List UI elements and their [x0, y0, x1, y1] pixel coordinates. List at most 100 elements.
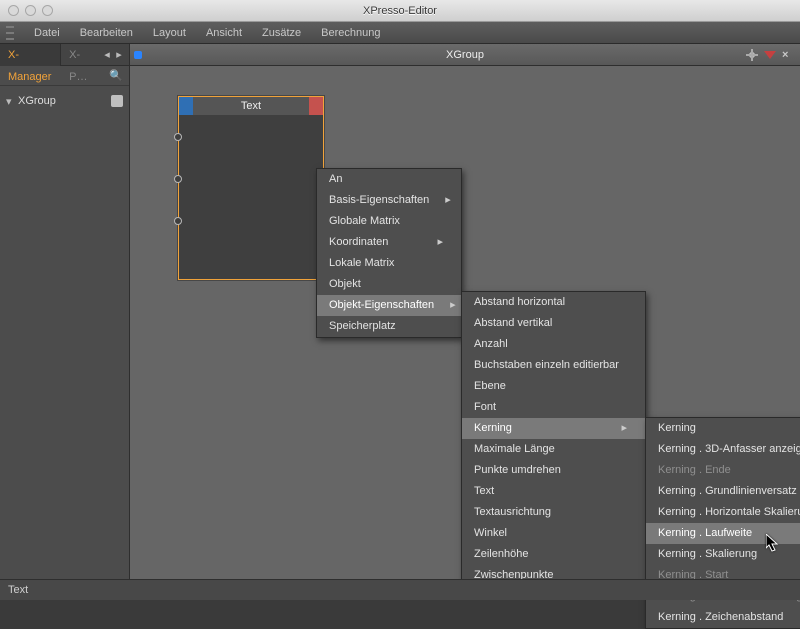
dropdown-icon[interactable]	[764, 51, 776, 59]
ctx-item[interactable]: Textausrichtung	[462, 502, 645, 523]
menu-layout[interactable]: Layout	[143, 22, 196, 44]
ctx-label: Kerning . Laufweite	[658, 523, 752, 544]
ctx-item[interactable]: Speicherplatz	[317, 316, 461, 337]
menu-zusaetze[interactable]: Zusätze	[252, 22, 311, 44]
tab-scroll-right-icon[interactable]: ▸	[113, 48, 125, 62]
node-input-header[interactable]	[179, 97, 193, 115]
node-input-port[interactable]	[174, 175, 182, 183]
search-icon[interactable]: 🔍	[109, 69, 123, 82]
node-body	[179, 115, 323, 279]
sidebar-tree: ▾ XGroup	[0, 86, 129, 116]
ctx-item[interactable]: Maximale Länge	[462, 439, 645, 460]
tree-item-xgroup[interactable]: ▾ XGroup	[6, 92, 123, 110]
menu-bearbeiten[interactable]: Bearbeiten	[70, 22, 143, 44]
ctx-item[interactable]: Zeilenhöhe	[462, 544, 645, 565]
ctx-label: Kerning . Grundlinienversatz	[658, 481, 797, 502]
node-input-port[interactable]	[174, 217, 182, 225]
ctx-item[interactable]: Kerning	[646, 418, 800, 439]
ctx-label: Objekt-Eigenschaften	[329, 295, 434, 316]
ctx-item[interactable]: Koordinaten▸	[317, 232, 461, 253]
close-window-button[interactable]	[8, 5, 19, 16]
window-controls	[8, 5, 53, 16]
ctx-item[interactable]: Objekt	[317, 274, 461, 295]
sidebar-tab-scroll: ◂ ▸	[101, 48, 129, 62]
status-text: Text	[8, 584, 28, 596]
tab-x-pool[interactable]: X-P…	[61, 44, 101, 66]
node-title: Text	[193, 97, 309, 115]
ctx-item[interactable]: Winkel	[462, 523, 645, 544]
node-output-header[interactable]	[309, 97, 323, 115]
menubar: Datei Bearbeiten Layout Ansicht Zusätze …	[0, 22, 800, 44]
ctx-item[interactable]: Kerning . Zeichenabstand	[646, 607, 800, 628]
editor-canvas[interactable]: Text An Basis-Eigenschaften ▸ Globale Mat…	[130, 66, 800, 600]
ctx-item[interactable]: Kerning . Grundlinienversatz	[646, 481, 800, 502]
ctx-item[interactable]: Kerning . 3D-Anfasser anzeigen	[646, 439, 800, 460]
ctx-label: Kerning	[658, 418, 696, 439]
ctx-item-selected[interactable]: Objekt-Eigenschaften ▸	[317, 295, 461, 316]
ctx-item-selected[interactable]: Kerning ▸	[462, 418, 645, 439]
ctx-label: Abstand horizontal	[474, 292, 565, 313]
ctx-item[interactable]: Ebene	[462, 376, 645, 397]
ctx-item[interactable]: Abstand horizontal	[462, 292, 645, 313]
ctx-item[interactable]: An	[317, 169, 461, 190]
ctx-label: Speicherplatz	[329, 316, 396, 337]
ctx-label: Textausrichtung	[474, 502, 551, 523]
ctx-item[interactable]: Punkte umdrehen	[462, 460, 645, 481]
tree-item-label: XGroup	[18, 95, 56, 107]
menu-datei[interactable]: Datei	[24, 22, 70, 44]
ctx-label: An	[329, 169, 342, 190]
sidebar-search-row: 🔍	[0, 66, 129, 86]
ctx-label: Kerning . Horizontale Skalierung	[658, 502, 800, 523]
ctx-label: Zeilenhöhe	[474, 544, 528, 565]
ctx-label: Kerning . Skalierung	[658, 544, 757, 565]
submenu-arrow-icon: ▸	[445, 190, 451, 211]
ctx-item[interactable]: Globale Matrix	[317, 211, 461, 232]
ctx-label: Globale Matrix	[329, 211, 400, 232]
ctx-label: Anzahl	[474, 334, 508, 355]
ctx-item[interactable]: Kerning . Skalierung	[646, 544, 800, 565]
ctx-item-selected[interactable]: Kerning . Laufweite	[646, 523, 800, 544]
tree-item-icon	[111, 95, 123, 107]
ctx-label: Maximale Länge	[474, 439, 555, 460]
ctx-item[interactable]: Lokale Matrix	[317, 253, 461, 274]
ctx-label: Kerning	[474, 418, 512, 439]
ctx-label: Font	[474, 397, 496, 418]
context-menu-level1: An Basis-Eigenschaften ▸ Globale Matrix K…	[316, 168, 462, 338]
ctx-item[interactable]: Text	[462, 481, 645, 502]
main: XGroup × Text	[130, 44, 800, 600]
ctx-item[interactable]: Buchstaben einzeln editierbar	[462, 355, 645, 376]
submenu-arrow-icon: ▸	[621, 418, 627, 439]
node-input-ports	[174, 133, 182, 225]
ctx-item[interactable]: Font	[462, 397, 645, 418]
context-menu-level2: Abstand horizontal Abstand vertikal Anza…	[461, 291, 646, 587]
ctx-label: Kerning . 3D-Anfasser anzeigen	[658, 439, 800, 460]
minimize-window-button[interactable]	[25, 5, 36, 16]
menu-ansicht[interactable]: Ansicht	[196, 22, 252, 44]
move-icon[interactable]	[746, 49, 758, 61]
tab-scroll-left-icon[interactable]: ◂	[101, 48, 113, 62]
zoom-window-button[interactable]	[42, 5, 53, 16]
ctx-label: Basis-Eigenschaften	[329, 190, 429, 211]
ctx-label: Text	[474, 481, 494, 502]
ctx-label: Abstand vertikal	[474, 313, 552, 334]
tab-x-manager[interactable]: X-Manager	[0, 44, 61, 66]
ctx-item[interactable]: Basis-Eigenschaften ▸	[317, 190, 461, 211]
ctx-item[interactable]: Abstand vertikal	[462, 313, 645, 334]
titlebar: XPresso-Editor	[0, 0, 800, 22]
node-header[interactable]: Text	[179, 97, 323, 115]
ctx-label: Kerning . Zeichenabstand	[658, 607, 783, 628]
tree-toggle-icon[interactable]: ▾	[6, 95, 14, 108]
ctx-label: Kerning . Ende	[658, 460, 731, 481]
close-icon[interactable]: ×	[782, 49, 794, 61]
ctx-item[interactable]: Anzahl	[462, 334, 645, 355]
content: X-Manager X-P… ◂ ▸ 🔍 ▾ XGroup XGroup	[0, 44, 800, 600]
node-text[interactable]: Text	[178, 96, 324, 280]
status-bar: Text	[0, 579, 800, 600]
node-input-port[interactable]	[174, 133, 182, 141]
ctx-label: Lokale Matrix	[329, 253, 394, 274]
menu-berechnung[interactable]: Berechnung	[311, 22, 390, 44]
submenu-arrow-icon: ▸	[450, 295, 456, 316]
ctx-label: Koordinaten	[329, 232, 388, 253]
editor-header-title: XGroup	[130, 49, 800, 61]
ctx-item[interactable]: Kerning . Horizontale Skalierung	[646, 502, 800, 523]
